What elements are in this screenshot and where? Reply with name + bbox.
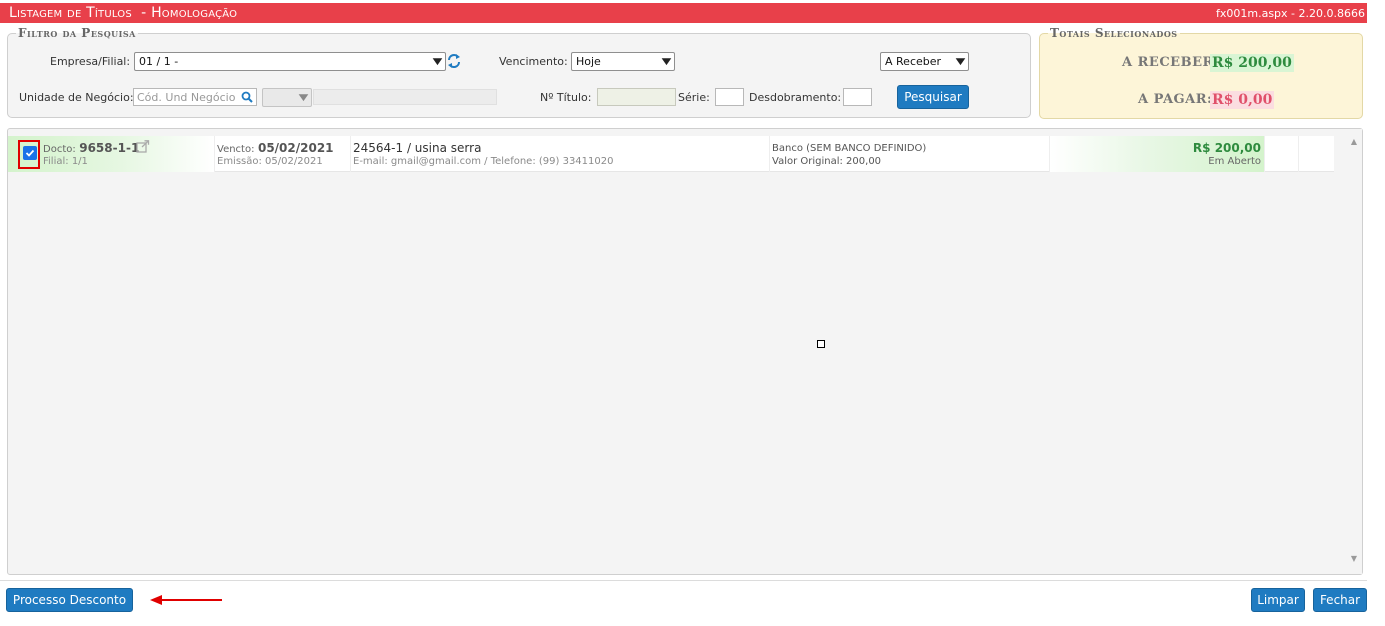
title-bar: Listagem de Títulos - Homologação fx001m… — [0, 3, 1367, 23]
cursor-marker — [817, 340, 825, 348]
pesquisar-button[interactable]: Pesquisar — [897, 85, 969, 109]
banco-text: Banco (SEM BANCO DEFINIDO) — [772, 143, 927, 154]
valor-cell: R$ 200,00 Em Aberto — [1050, 136, 1265, 172]
serie-input[interactable] — [715, 88, 744, 106]
contato-text: E-mail: gmail@gmail.com / Telefone: (99)… — [353, 156, 614, 167]
empresa-select[interactable]: 01 / 1 - ▼ — [134, 52, 446, 71]
arrow-left-icon — [150, 594, 224, 609]
search-icon[interactable] — [241, 91, 253, 103]
version-label: fx001m.aspx - 2.20.0.8666 — [1216, 6, 1365, 20]
titulo-label: Nº Título: — [540, 91, 592, 104]
table-row[interactable]: Docto: 9658-1-1 Filial: 1/1 Vencto: 05/0… — [8, 136, 1334, 172]
extra-cell — [1265, 136, 1299, 172]
unidade-input[interactable]: Cód. Und Negócio — [133, 88, 257, 106]
vencto-value: 05/02/2021 — [257, 141, 334, 155]
valor-original-text: Valor Original: 200,00 — [772, 156, 882, 167]
vencto-label: Vencto: — [217, 144, 255, 155]
receber-value: R$ 200,00 — [1210, 54, 1294, 72]
results-panel: ▲ ▼ — [7, 128, 1363, 575]
unidade-label: Unidade de Negócio: — [19, 91, 134, 104]
cliente-cell: 24564-1 / usina serra E-mail: gmail@gmai… — [351, 136, 770, 172]
valor-text: R$ 200,00 — [1192, 141, 1261, 155]
receber-label: A RECEBER: — [1122, 55, 1220, 70]
totals-legend: Totais Selecionados — [1050, 26, 1178, 40]
page-title: Listagem de Títulos - Homologação — [9, 5, 238, 21]
vencto-cell: Vencto: 05/02/2021 Emissão: 05/02/2021 — [215, 136, 351, 172]
vencimento-select-value: Hoje — [576, 55, 601, 68]
vencto-line: Vencto: 05/02/2021 — [217, 141, 334, 155]
tipo-select-value: A Receber — [885, 55, 942, 68]
vencimento-label: Vencimento: — [499, 55, 568, 68]
chevron-down-icon: ▼ — [432, 56, 443, 67]
banco-cell: Banco (SEM BANCO DEFINIDO) Valor Origina… — [770, 136, 1050, 172]
fechar-button[interactable]: Fechar — [1313, 588, 1367, 612]
docto-label: Docto: — [43, 144, 76, 155]
docto-cell: Docto: 9658-1-1 Filial: 1/1 — [8, 136, 215, 172]
serie-label: Série: — [678, 91, 710, 104]
titulo-input[interactable] — [597, 88, 676, 106]
emissao-text: Emissão: 05/02/2021 — [217, 156, 323, 167]
desdobramento-input[interactable] — [843, 88, 872, 106]
status-text: Em Aberto — [1208, 156, 1261, 167]
processo-desconto-button[interactable]: Processo Desconto — [6, 588, 133, 612]
empresa-select-value: 01 / 1 - — [139, 55, 179, 68]
results-scrollbar[interactable]: ▲ ▼ — [1346, 129, 1362, 574]
empresa-label: Empresa/Filial: — [50, 55, 131, 68]
chevron-down-icon: ▼ — [661, 56, 672, 67]
unidade-description — [313, 89, 497, 105]
limpar-button[interactable]: Limpar — [1251, 588, 1305, 612]
cliente-text: 24564-1 / usina serra — [353, 141, 482, 155]
tipo-select[interactable]: A Receber ▼ — [880, 52, 969, 71]
row-checkbox[interactable] — [23, 146, 37, 160]
docto-line: Docto: 9658-1-1 — [43, 141, 139, 155]
vencimento-select[interactable]: Hoje ▼ — [571, 52, 675, 71]
chevron-down-icon: ▼ — [955, 56, 966, 67]
docto-value: 9658-1-1 — [79, 141, 140, 155]
footer-divider — [0, 580, 1367, 581]
unidade-select[interactable]: ▼ — [262, 88, 312, 107]
refresh-icon[interactable] — [446, 52, 462, 70]
external-link-icon[interactable] — [136, 140, 150, 156]
unidade-input-placeholder: Cód. Und Negócio — [137, 90, 236, 104]
chevron-down-icon: ▼ — [298, 92, 309, 103]
scroll-up-icon[interactable]: ▲ — [1346, 133, 1362, 149]
scroll-down-icon[interactable]: ▼ — [1346, 550, 1362, 566]
pagar-value: R$ 0,00 — [1210, 91, 1275, 109]
desdobramento-label: Desdobramento: — [749, 91, 842, 104]
filial-text: Filial: 1/1 — [43, 156, 88, 167]
pagar-label: A PAGAR: — [1138, 92, 1213, 107]
filter-legend: Filtro da Pesquisa — [18, 26, 136, 40]
